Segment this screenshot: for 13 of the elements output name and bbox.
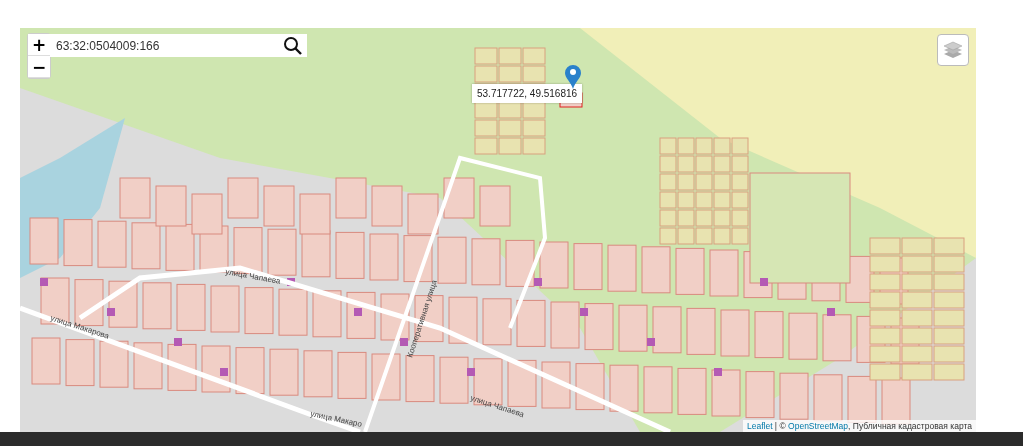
search-input[interactable]: 63:32:0504009:166 [54,37,283,54]
map-marker-icon[interactable] [565,65,581,89]
coordinates-popup: 53.717722, 49.516816 [472,84,583,103]
street-label: улица Чапаева [224,267,282,286]
layers-icon [943,41,963,59]
zoom-out-button[interactable]: − [28,56,50,78]
attribution-text: Leaflet | © OpenStreetMap, Публичная кадастровая карта [742,420,976,432]
layers-button[interactable] [937,34,969,66]
zoom-in-button[interactable]: + [28,34,50,56]
search-icon[interactable] [283,35,303,56]
attribution-link[interactable]: Leaflet [746,421,773,431]
search-field[interactable]: 63:32:0504009:166 [50,34,307,57]
street-label: улица Макаро [309,409,363,429]
